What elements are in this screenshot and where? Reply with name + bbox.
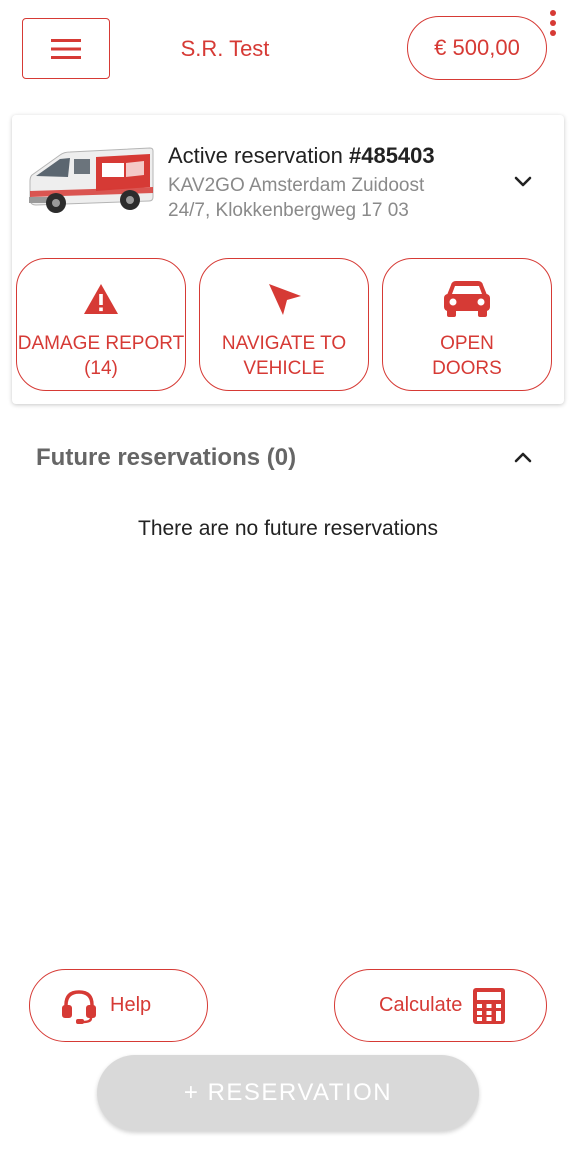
chevron-up-icon[interactable]	[512, 446, 534, 468]
reservation-location: KAV2GO Amsterdam Zuidoost	[168, 175, 425, 196]
calculator-icon	[473, 987, 506, 1024]
car-icon	[444, 281, 490, 317]
reservation-title: Active reservation #485403	[168, 143, 435, 168]
active-reservation-card: Active reservation #485403 KAV2GO Amster…	[12, 115, 564, 404]
future-reservations-heading[interactable]: Future reservations (0)	[36, 444, 296, 472]
calculate-button[interactable]: Calculate	[334, 969, 547, 1042]
van-image	[29, 147, 154, 213]
reservation-number: #485403	[348, 143, 435, 168]
overflow-menu-icon[interactable]	[547, 10, 559, 36]
headset-icon	[62, 989, 96, 1024]
calculate-label: Calculate	[379, 994, 463, 1016]
empty-state-message: There are no future reservations	[138, 517, 438, 540]
hamburger-icon	[51, 38, 81, 59]
navigation-arrow-icon	[269, 284, 301, 315]
new-reservation-button[interactable]: + RESERVATION	[97, 1055, 479, 1131]
reservation-address: 24/7, Klokkenbergweg 17 03	[168, 200, 409, 221]
help-label: Help	[110, 994, 152, 1016]
navigate-to-vehicle-button[interactable]: NAVIGATE TO VEHICLE	[199, 258, 369, 391]
balance-button[interactable]: € 500,00	[407, 16, 547, 80]
user-name: S.R. Test	[180, 36, 270, 61]
damage-report-button[interactable]: DAMAGE REPORT (14)	[16, 258, 186, 391]
warning-icon	[84, 284, 118, 314]
chevron-down-icon[interactable]	[512, 171, 534, 193]
help-button[interactable]: Help	[29, 969, 208, 1042]
open-doors-button[interactable]: OPEN DOORS	[382, 258, 552, 391]
menu-button[interactable]	[22, 18, 110, 79]
